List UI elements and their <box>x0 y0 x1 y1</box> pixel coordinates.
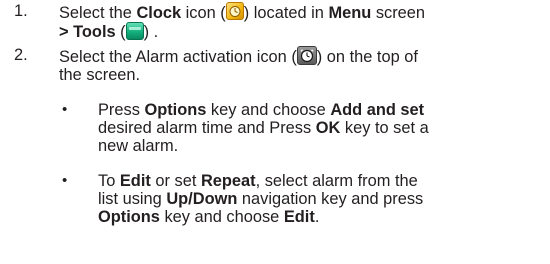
bullet-text-run: desired alarm time and Press <box>98 119 316 137</box>
menu-label: Menu <box>328 4 372 22</box>
edit-label: Edit <box>119 172 151 190</box>
step-text-run: ) located in <box>243 4 329 22</box>
bullet-text-run: , select alarm from the <box>255 172 418 190</box>
bullet-line: Press Options key and choose Add and set <box>98 101 538 119</box>
alarm-activation-icon <box>296 46 317 65</box>
step-text: Select the Alarm activation icon ( ) on t… <box>59 46 549 84</box>
step-text-run: ) . <box>143 23 159 41</box>
bullet-dot: • <box>62 101 68 118</box>
step-number: 2. <box>14 46 28 64</box>
step-line: > Tools ( ) . <box>59 22 549 41</box>
step-line: Select the Clock icon ( ) located in Menu… <box>59 2 549 22</box>
bullet-line: desired alarm time and Press OK key to s… <box>98 119 538 137</box>
tools-label: > Tools <box>59 23 116 41</box>
clock-label: Clock <box>136 4 182 22</box>
bullet-text-run: key and choose <box>206 101 331 119</box>
bullet-text-run: Press <box>98 101 145 119</box>
step-text-run: Select the Alarm activation icon ( <box>59 48 297 66</box>
bullet-line: new alarm. <box>98 137 179 155</box>
edit-label: Edit <box>283 208 315 226</box>
step-line: the screen. <box>59 66 141 84</box>
bullet-text-run: . <box>314 208 320 226</box>
step-text-run: screen <box>371 4 426 22</box>
tools-icon <box>125 22 144 40</box>
up-down-label: Up/Down <box>166 190 238 208</box>
repeat-label: Repeat <box>200 172 256 190</box>
ok-label: OK <box>315 119 341 137</box>
bullet-line: To Edit or set Repeat, select alarm from… <box>98 172 538 190</box>
bullet-text-run: or set <box>150 172 201 190</box>
bullet-text-run: list using <box>98 190 167 208</box>
bullet-line: list using Up/Down navigation key and pr… <box>98 190 538 208</box>
step-text-run: icon ( <box>181 4 226 22</box>
bullet-text-run: navigation key and press <box>237 190 424 208</box>
instruction-page: 1. Select the Clock icon ( ) located in M… <box>0 0 550 264</box>
step-text-run: ) on the top of <box>316 48 418 66</box>
clock-icon <box>225 2 244 20</box>
bullet-text-run: key and choose <box>159 208 284 226</box>
step-text: Select the Clock icon ( ) located in Menu… <box>59 2 549 41</box>
step-text-run: Select the <box>59 4 137 22</box>
bullet-line: Options key and choose Edit. <box>98 208 538 226</box>
step-line: Select the Alarm activation icon ( ) on t… <box>59 46 549 66</box>
options-label: Options <box>144 101 207 119</box>
bullet-dot: • <box>62 172 68 189</box>
bullet-text: Press Options key and choose Add and set… <box>98 101 538 155</box>
step-number: 1. <box>14 2 28 20</box>
bullet-text-run: key to set a <box>340 119 429 137</box>
add-and-set-label: Add and set <box>330 101 425 119</box>
options-label: Options <box>98 208 160 226</box>
bullet-text-run: To <box>98 172 120 190</box>
bullet-text: To Edit or set Repeat, select alarm from… <box>98 172 538 226</box>
step-text-run: ( <box>115 23 126 41</box>
